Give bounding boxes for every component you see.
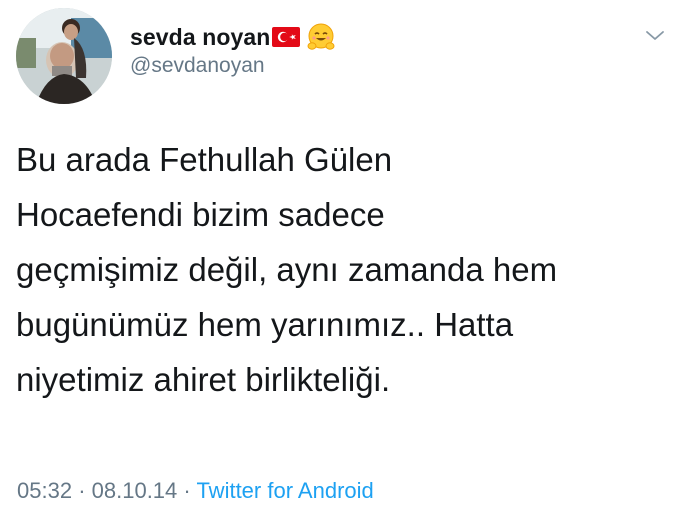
display-name[interactable]: sevda noyan <box>130 24 270 51</box>
hugging-face-emoji-icon <box>306 22 336 52</box>
tweet-date[interactable]: 08.10.14 <box>92 478 178 503</box>
tweet-header: sevda noyan @sevdanoyan <box>130 22 336 78</box>
tweet-meta: 05:32 · 08.10.14 · Twitter for Android <box>17 478 374 504</box>
chevron-down-icon[interactable] <box>644 28 666 44</box>
name-row: sevda noyan <box>130 22 336 52</box>
tweet-text: Bu arada Fethullah Gülen Hocaefendi bizi… <box>16 141 558 398</box>
tweet-time[interactable]: 05:32 <box>17 478 72 503</box>
tweet-source-link[interactable]: Twitter for Android <box>196 478 373 503</box>
tweet: sevda noyan @sevdanoyan Bu arada Fethull… <box>0 0 680 520</box>
meta-separator: · <box>183 478 191 503</box>
turkey-flag-icon <box>272 27 301 47</box>
meta-separator: · <box>78 478 86 503</box>
avatar[interactable] <box>16 8 112 104</box>
user-handle[interactable]: @sevdanoyan <box>130 54 336 78</box>
